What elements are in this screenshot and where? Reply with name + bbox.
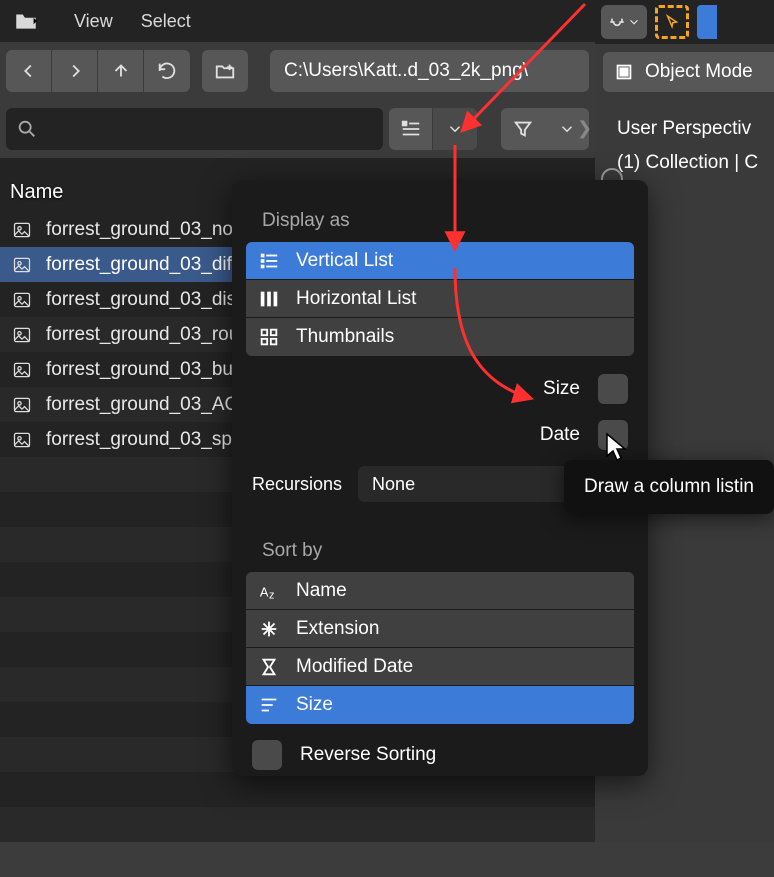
svg-text:A: A [260, 584, 269, 599]
display-option-vertical-list[interactable]: Vertical List [246, 242, 634, 280]
sort-option-label: Name [296, 580, 347, 602]
display-option-icon [256, 250, 282, 272]
snap-dropdown[interactable] [601, 5, 647, 39]
display-option-label: Vertical List [296, 250, 393, 272]
display-as-label: Display as [232, 180, 648, 242]
mode-selector[interactable]: Object Mode [603, 52, 774, 92]
search-input[interactable] [6, 108, 383, 150]
display-option-horizontal-list[interactable]: Horizontal List [246, 280, 634, 318]
sort-option-name[interactable]: Az Name [246, 572, 634, 610]
display-settings-button[interactable] [433, 108, 477, 150]
svg-text:z: z [269, 589, 275, 601]
viewport-info: User Perspectiv (1) Collection | C [617, 112, 758, 180]
sort-option-modified-date[interactable]: Modified Date [246, 648, 634, 686]
display-option-icon [256, 288, 282, 310]
file-browser-icon[interactable] [6, 4, 46, 38]
path-text: C:\Users\Katt..d_03_2k_png\ [284, 60, 528, 82]
menu-select[interactable]: Select [141, 11, 191, 32]
sort-option-size[interactable]: Size [246, 686, 634, 724]
image-file-icon [8, 288, 36, 312]
sort-option-icon: Az [256, 580, 282, 602]
image-file-icon [8, 428, 36, 452]
date-column-label: Date [540, 424, 580, 446]
display-option-icon [256, 326, 282, 348]
display-option-label: Thumbnails [296, 326, 394, 348]
select-box-button[interactable] [697, 5, 717, 39]
sort-option-icon [256, 618, 282, 640]
new-directory-button[interactable] [202, 50, 248, 92]
nav-back-button[interactable] [6, 50, 52, 92]
reverse-sort-label: Reverse Sorting [300, 744, 436, 766]
tooltip: Draw a column listin [564, 460, 774, 514]
sort-option-label: Extension [296, 618, 379, 640]
sort-by-label: Sort by [232, 510, 648, 572]
filter-funnel-button[interactable] [501, 108, 545, 150]
image-file-icon [8, 358, 36, 382]
nav-up-button[interactable] [98, 50, 144, 92]
path-input[interactable]: C:\Users\Katt..d_03_2k_png\ [270, 50, 589, 92]
recursions-label: Recursions [252, 474, 342, 495]
display-option-thumbnails[interactable]: Thumbnails [246, 318, 634, 356]
viewport-line1: User Perspectiv [617, 112, 758, 146]
display-list-button[interactable] [389, 108, 433, 150]
more-icon: ❯ [577, 118, 592, 139]
sort-option-icon [256, 656, 282, 678]
mode-label: Object Mode [645, 61, 753, 83]
sort-option-label: Size [296, 694, 333, 716]
filter-buttons [501, 108, 589, 150]
reverse-sort-checkbox[interactable] [252, 740, 282, 770]
display-mode-buttons [389, 108, 477, 150]
display-option-label: Horizontal List [296, 288, 416, 310]
viewport-line2: (1) Collection | C [617, 146, 758, 180]
sort-option-label: Modified Date [296, 656, 413, 678]
nav-forward-button[interactable] [52, 50, 98, 92]
image-file-icon [8, 393, 36, 417]
size-column-checkbox[interactable] [598, 374, 628, 404]
image-file-icon [8, 218, 36, 242]
active-tool-button[interactable] [655, 5, 689, 39]
image-file-icon [8, 253, 36, 277]
size-column-label: Size [543, 378, 580, 400]
sort-option-icon [256, 694, 282, 716]
image-file-icon [8, 323, 36, 347]
menu-view[interactable]: View [74, 11, 113, 32]
nav-refresh-button[interactable] [144, 50, 190, 92]
date-column-checkbox[interactable] [598, 420, 628, 450]
sort-option-extension[interactable]: Extension [246, 610, 634, 648]
